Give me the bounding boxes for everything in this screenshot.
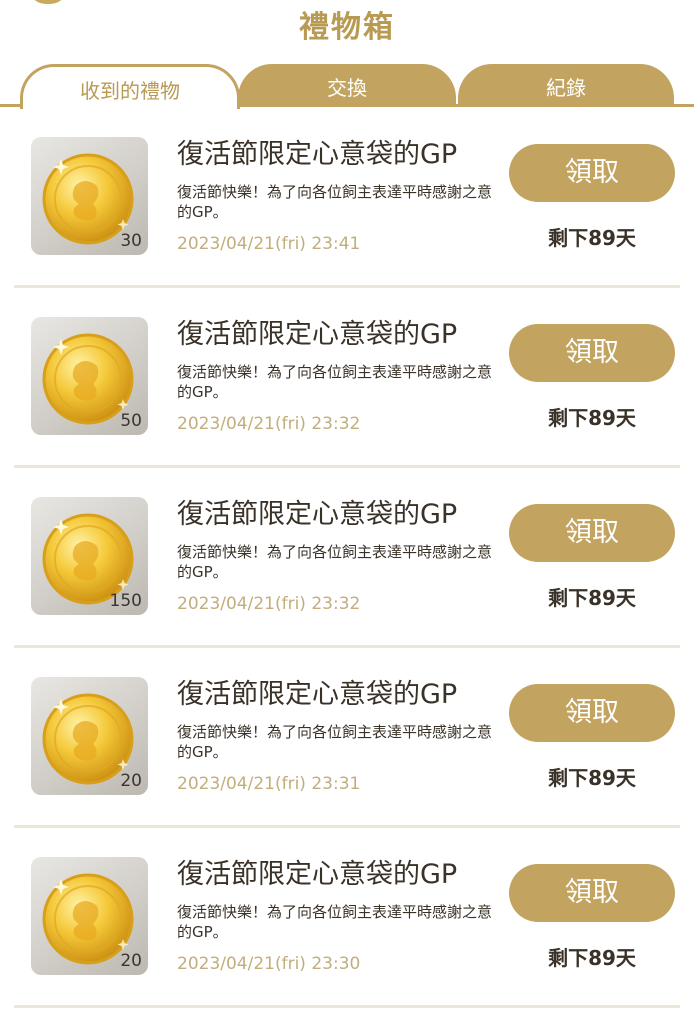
gift-thumbnail: 150 [31, 497, 148, 615]
claim-button[interactable]: 領取 [509, 144, 675, 202]
remaining-days: 剩下89天 [548, 766, 636, 790]
gift-thumbnail: 20 [31, 677, 148, 795]
tab-exchange[interactable]: 交換 [238, 64, 456, 107]
gift-date: 2023/04/21(fri) 23:41 [177, 234, 361, 254]
gift-date: 2023/04/21(fri) 23:32 [177, 594, 361, 614]
gift-thumbnail: 20 [31, 857, 148, 975]
gift-amount: 50 [120, 411, 142, 431]
gift-title: 復活節限定心意袋的GP [177, 319, 458, 350]
claim-button[interactable]: 領取 [509, 324, 675, 382]
gift-description: 復活節快樂！為了向各位飼主表達平時感謝之意的GP。 [177, 903, 493, 941]
gift-title: 復活節限定心意袋的GP [177, 859, 458, 890]
gift-date: 2023/04/21(fri) 23:31 [177, 774, 361, 794]
gift-amount: 30 [120, 231, 142, 251]
gift-item: 30 復活節限定心意袋的GP 復活節快樂！為了向各位飼主表達平時感謝之意的GP。… [14, 108, 680, 288]
tab-bar: 收到的禮物 交換 紀錄 [0, 64, 694, 109]
gift-title: 復活節限定心意袋的GP [177, 139, 458, 170]
gift-amount: 150 [109, 591, 142, 611]
gift-description: 復活節快樂！為了向各位飼主表達平時感謝之意的GP。 [177, 363, 493, 401]
tab-received-gifts[interactable]: 收到的禮物 [20, 64, 240, 109]
remaining-days: 剩下89天 [548, 586, 636, 610]
gift-description: 復活節快樂！為了向各位飼主表達平時感謝之意的GP。 [177, 543, 493, 581]
remaining-days: 剩下89天 [548, 406, 636, 430]
claim-button[interactable]: 領取 [509, 504, 675, 562]
claim-button[interactable]: 領取 [509, 864, 675, 922]
page-title: 禮物箱 [299, 10, 395, 45]
gift-title: 復活節限定心意袋的GP [177, 679, 458, 710]
gift-item: 50 復活節限定心意袋的GP 復活節快樂！為了向各位飼主表達平時感謝之意的GP。… [14, 288, 680, 468]
remaining-days: 剩下89天 [548, 226, 636, 250]
gift-item: 20 復活節限定心意袋的GP 復活節快樂！為了向各位飼主表達平時感謝之意的GP。… [14, 828, 680, 1008]
gift-thumbnail: 30 [31, 137, 148, 255]
claim-button[interactable]: 領取 [509, 684, 675, 742]
gift-amount: 20 [120, 951, 142, 971]
gift-description: 復活節快樂！為了向各位飼主表達平時感謝之意的GP。 [177, 723, 493, 761]
gift-date: 2023/04/21(fri) 23:30 [177, 954, 361, 974]
gift-list: 30 復活節限定心意袋的GP 復活節快樂！為了向各位飼主表達平時感謝之意的GP。… [0, 108, 694, 1008]
tab-records[interactable]: 紀錄 [458, 64, 674, 107]
gift-thumbnail: 50 [31, 317, 148, 435]
gift-item: 150 復活節限定心意袋的GP 復活節快樂！為了向各位飼主表達平時感謝之意的GP… [14, 468, 680, 648]
gift-description: 復活節快樂！為了向各位飼主表達平時感謝之意的GP。 [177, 183, 493, 221]
gift-date: 2023/04/21(fri) 23:32 [177, 414, 361, 434]
gift-amount: 20 [120, 771, 142, 791]
remaining-days: 剩下89天 [548, 946, 636, 970]
gift-item: 20 復活節限定心意袋的GP 復活節快樂！為了向各位飼主表達平時感謝之意的GP。… [14, 648, 680, 828]
gift-title: 復活節限定心意袋的GP [177, 499, 458, 530]
